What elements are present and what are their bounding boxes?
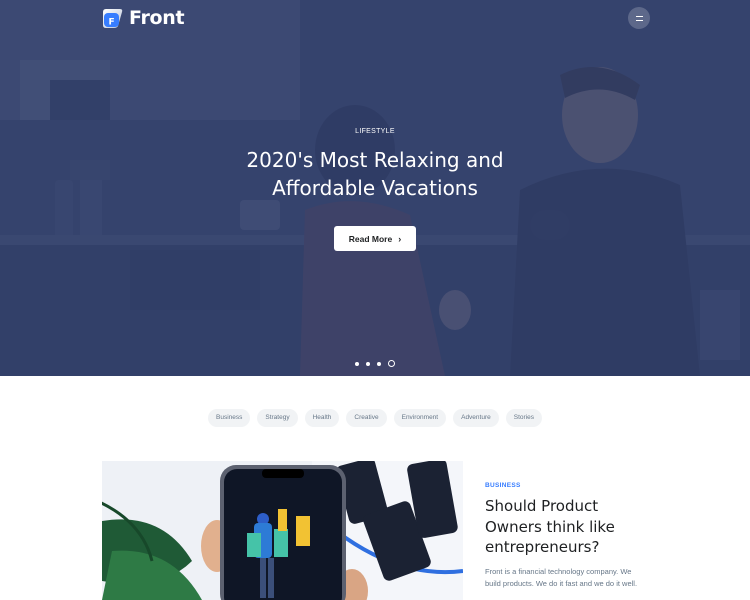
tag-business[interactable]: Business — [208, 409, 251, 427]
article-image[interactable] — [102, 461, 463, 600]
slide-dot-2[interactable] — [366, 361, 370, 366]
tag-creative[interactable]: Creative — [346, 409, 387, 427]
slide-dot-1[interactable] — [355, 361, 359, 366]
tag-list: Business Strategy Health Creative Enviro… — [0, 409, 750, 427]
tag-stories[interactable]: Stories — [505, 409, 542, 427]
hero-section: F Front LIFESTYLE 2020's Most Relaxing a… — [0, 0, 750, 376]
hamburger-icon — [635, 15, 643, 21]
hero-title: 2020's Most Relaxing and Affordable Vaca… — [246, 148, 504, 200]
menu-toggle-button[interactable] — [628, 7, 650, 29]
brand-logo[interactable]: F Front — [102, 7, 185, 29]
read-more-button[interactable]: Read More › — [333, 226, 417, 251]
slide-dot-4-active[interactable] — [388, 360, 395, 367]
brand-name: Front — [129, 7, 185, 29]
article-title[interactable]: Should Product Owners think like entrepr… — [485, 496, 645, 558]
tag-health[interactable]: Health — [304, 409, 340, 427]
article-description: Front is a financial technology company.… — [485, 566, 638, 589]
tag-strategy[interactable]: Strategy — [257, 409, 298, 427]
logo-letter: F — [109, 18, 115, 28]
tag-environment[interactable]: Environment — [393, 409, 447, 427]
article-summary: BUSINESS Should Product Owners think lik… — [485, 482, 645, 591]
article-category[interactable]: BUSINESS — [485, 482, 645, 489]
front-logo-icon: F — [103, 9, 123, 28]
navbar: F Front — [0, 0, 750, 40]
tag-adventure[interactable]: Adventure — [453, 409, 499, 427]
phone-illustration-image — [102, 461, 463, 600]
read-more-label: Read More — [348, 233, 393, 244]
slide-dot-3[interactable] — [377, 361, 381, 366]
hero-content: LIFESTYLE 2020's Most Relaxing and Affor… — [0, 128, 750, 251]
hero-category: LIFESTYLE — [355, 128, 395, 135]
slider-pagination — [355, 360, 395, 367]
chevron-right-icon: › — [398, 233, 402, 244]
